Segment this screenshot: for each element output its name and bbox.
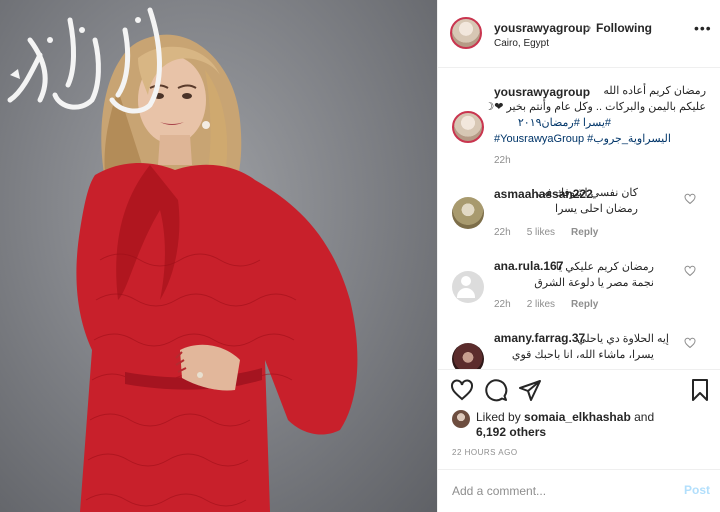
comment-text-line-1: رمضان كريم عليكي يا (555, 261, 654, 273)
ramadan-kareem-calligraphy (7, 7, 162, 114)
post-comment-button[interactable]: Post (684, 483, 710, 497)
comment-meta: 22h 5 likes Reply (494, 227, 614, 238)
location-link[interactable]: Cairo, Egypt (494, 38, 549, 49)
add-comment-bar: Post (438, 469, 720, 512)
comment-meta: 22h 2 likes Reply (494, 299, 614, 310)
comment-time[interactable]: 22h (494, 299, 511, 310)
comment-like-heart-icon[interactable] (684, 265, 696, 277)
caption-username[interactable]: yousrawyagroup (494, 85, 590, 99)
comment-reply-button[interactable]: Reply (571, 227, 598, 238)
post-timestamp[interactable]: 22 HOURS AGO (452, 448, 518, 457)
comment-text-line-2: نجمة مصر يا دلوعة الشرق (534, 277, 654, 289)
likes-and: and (634, 410, 655, 424)
caption-hashtags-1[interactable]: #يسرا #رمضان٢٠١٩ (491, 115, 611, 131)
caption-hashtags-2[interactable]: #YousrawyaGroup #اليسراوية_جروب (494, 131, 684, 147)
comment-avatar[interactable] (452, 271, 484, 303)
comment-avatar[interactable] (452, 197, 484, 229)
likes-summary: Liked by somaia_elkhashab and 6,192 othe… (476, 410, 696, 440)
bookmark-icon[interactable] (688, 378, 712, 402)
following-button[interactable]: Following (596, 21, 652, 35)
comment-text-line-1: كان نفسي اشوفك فى (537, 187, 638, 199)
heart-icon[interactable] (450, 378, 474, 402)
add-comment-input[interactable] (452, 482, 672, 500)
author-username[interactable]: yousrawyagroup (494, 21, 590, 35)
liked-by-prefix: Liked by (476, 410, 521, 424)
liker-avatar[interactable] (452, 410, 470, 428)
post-header: yousrawyagroup • Following Cairo, Egypt … (438, 0, 720, 68)
comment-text-line-1: إيه الحلاوة دي ياحلي (577, 333, 669, 345)
author-avatar[interactable] (450, 17, 482, 49)
comment-reply-button[interactable]: Reply (571, 299, 598, 310)
liker-username[interactable]: somaia_elkhashab (524, 410, 631, 424)
comment-text-line-2: رمضان احلى يسرا (555, 203, 638, 215)
comment-likes[interactable]: 2 likes (527, 299, 555, 310)
comments-list[interactable]: yousrawyagroup رمضان كريم أعاده الله علي… (438, 69, 720, 369)
comment-bubble-icon[interactable] (484, 378, 508, 402)
comment-time[interactable]: 22h (494, 227, 511, 238)
caption-line-2: عليكم باليمن والبركات .. وكل عام وأنتم ب… (484, 101, 706, 113)
more-options-icon[interactable]: ••• (694, 20, 712, 36)
paper-plane-icon[interactable] (518, 378, 542, 402)
comment-likes[interactable]: 5 likes (527, 227, 555, 238)
post-actions: Liked by somaia_elkhashab and 6,192 othe… (438, 369, 720, 469)
likes-others-link[interactable]: 6,192 others (476, 425, 546, 439)
comment-text-line-2: يسرا، ماشاء الله، انا باحبك قوي (511, 349, 654, 361)
comment-avatar[interactable] (452, 343, 484, 369)
caption-avatar[interactable] (452, 111, 484, 143)
post-photo[interactable] (0, 0, 437, 512)
comment-like-heart-icon[interactable] (684, 337, 696, 349)
post-side-panel: yousrawyagroup • Following Cairo, Egypt … (437, 0, 720, 512)
comment-like-heart-icon[interactable] (684, 193, 696, 205)
caption-line-1: رمضان كريم أعاده الله (603, 85, 706, 97)
caption-time[interactable]: 22h (494, 155, 511, 166)
header-separator: • (587, 21, 592, 35)
